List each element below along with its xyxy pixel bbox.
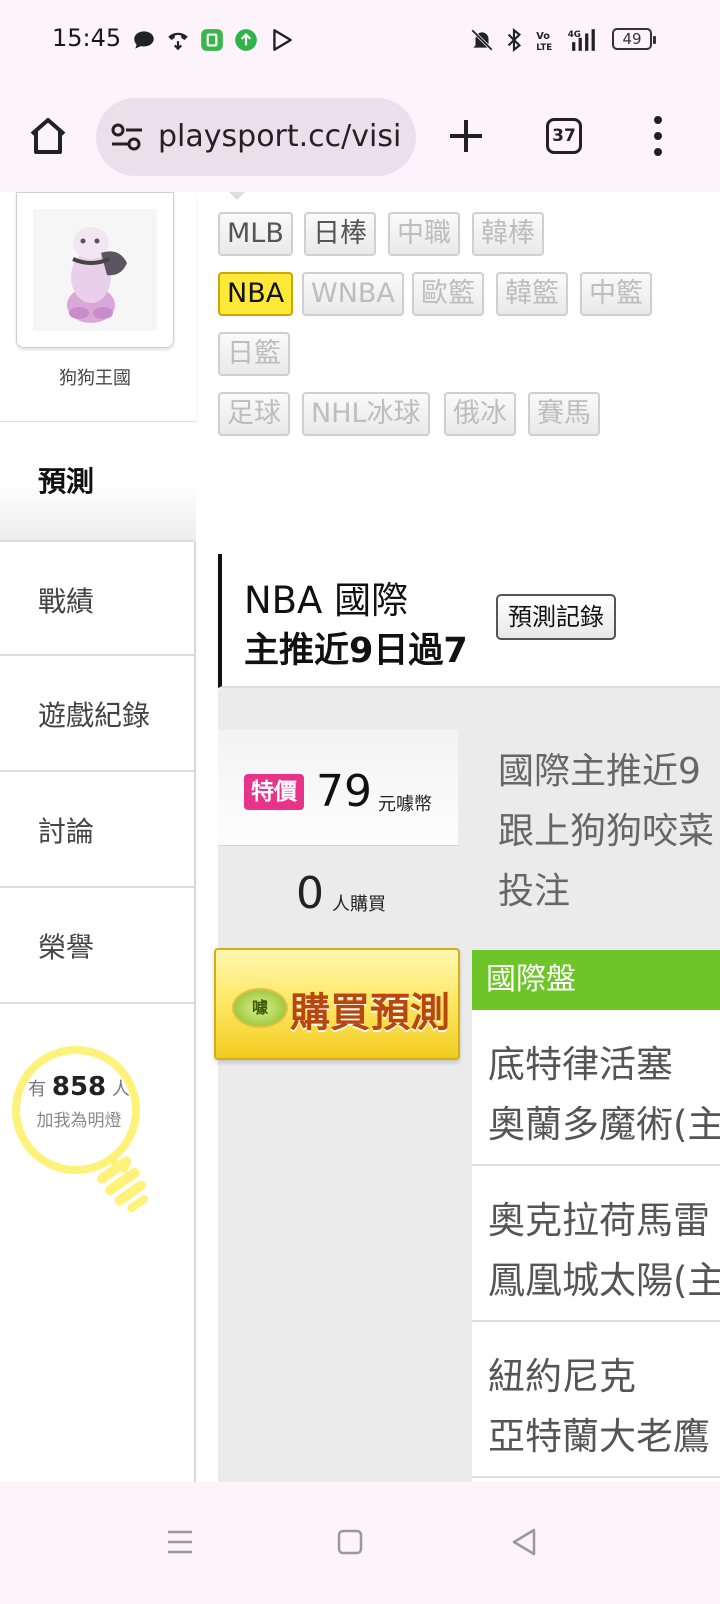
tab-switcher-button[interactable]: 37 [546, 118, 582, 154]
description-line: 投注 [498, 871, 571, 912]
system-nav-bar [0, 1482, 720, 1604]
prediction-card: 特價 79 元噱幣 0 人購買 國際主推近9 跟上狗狗咬菜 投注 噱 購買預測 … [214, 690, 720, 1482]
tag-japan-basketball[interactable]: 日籃 [218, 332, 290, 376]
table-row[interactable]: 紐約尼克 亞特蘭大老鷹 [472, 1322, 720, 1478]
tag-china-basketball[interactable]: 中籃 [580, 272, 652, 316]
buyers-unit: 人購買 [332, 894, 386, 915]
svg-text:LTE: LTE [536, 43, 552, 53]
description-line: 國際主推近9 [498, 751, 701, 792]
svg-text:Vo: Vo [536, 31, 550, 42]
battery-indicator: 49 [612, 28, 656, 50]
buy-prediction-button[interactable]: 噱 購買預測 [214, 948, 460, 1060]
sidebar-item-honor[interactable]: 榮譽 [0, 888, 194, 1004]
tag-horse-racing[interactable]: 賽馬 [528, 392, 600, 436]
away-team: 奧克拉荷馬雷 [488, 1199, 710, 1242]
description-line: 跟上狗狗咬菜 [498, 811, 715, 852]
prediction-header: NBA 國際 主推近9日過7 預測記錄 [218, 554, 720, 688]
away-team: 紐約尼克 [488, 1355, 636, 1398]
sidebar-item-label: 戰績 [38, 585, 95, 618]
tag-npb[interactable]: 日棒 [304, 212, 376, 256]
buy-prediction-label: 購買預測 [290, 990, 450, 1036]
sidebar: 狗狗王國 預測 戰績 遊戲紀錄 討論 榮譽 有 858 人 加我為明燈 [0, 192, 196, 1482]
buyers-box: 0 人購買 [218, 846, 458, 938]
bluetooth-icon [500, 26, 528, 54]
upload-icon [232, 26, 260, 54]
away-team: 底特律活塞 [488, 1043, 673, 1086]
tag-korea-basketball[interactable]: 韓籃 [496, 272, 568, 316]
home-nav-icon[interactable] [330, 1522, 370, 1562]
buyers-count: 0 [296, 868, 324, 919]
status-time: 15:45 [52, 24, 122, 52]
sidebar-item-record[interactable]: 戰績 [0, 540, 194, 656]
chat-icon [130, 26, 158, 54]
special-price-badge: 特價 [244, 774, 304, 810]
volte-icon: Vo LTE [532, 26, 560, 54]
tag-nba[interactable]: NBA [218, 272, 294, 316]
price-box: 特價 79 元噱幣 [218, 730, 458, 846]
back-icon[interactable] [504, 1522, 544, 1562]
price-unit: 元噱幣 [378, 794, 432, 815]
tag-cpbl[interactable]: 中職 [388, 212, 460, 256]
sidebar-item-label: 預測 [38, 465, 95, 498]
price-value: 79 [316, 766, 372, 817]
new-tab-icon[interactable] [446, 116, 486, 156]
coin-icon: 噱 [232, 988, 288, 1028]
page-content: 狗狗王國 預測 戰績 遊戲紀錄 討論 榮譽 有 858 人 加我為明燈 MLB … [0, 192, 720, 1482]
tag-kbo[interactable]: 韓棒 [472, 212, 544, 256]
fans-suffix: 人 [111, 1079, 130, 1100]
tag-khl[interactable]: 俄冰 [444, 392, 516, 436]
tag-mlb[interactable]: MLB [218, 212, 293, 256]
tag-nhl[interactable]: NHL冰球 [302, 392, 430, 436]
app-badge-icon [198, 26, 226, 54]
signal-icon: 4G [566, 26, 602, 54]
sidebar-item-label: 討論 [38, 815, 95, 848]
profile-name[interactable]: 狗狗王國 [0, 364, 190, 390]
call-icon [164, 26, 192, 54]
prediction-streak: 主推近9日過7 [244, 631, 468, 671]
prediction-record-button[interactable]: 預測記錄 [496, 594, 616, 640]
tag-wnba[interactable]: WNBA [302, 272, 404, 316]
pointer-arrow [228, 192, 246, 200]
fans-caption: 加我為明燈 [36, 1111, 122, 1131]
avatar[interactable] [16, 192, 174, 348]
home-team: 奧蘭多魔術(主 [488, 1103, 720, 1146]
sidebar-item-game-log[interactable]: 遊戲紀錄 [0, 656, 194, 772]
table-header: 國際盤 [472, 950, 720, 1010]
mute-icon [468, 26, 496, 54]
fans-prefix: 有 [28, 1079, 47, 1100]
sidebar-item-label: 榮譽 [38, 931, 95, 964]
more-menu-icon[interactable] [650, 114, 666, 158]
prediction-description: 國際主推近9 跟上狗狗咬菜 投注 [498, 742, 720, 922]
home-team: 亞特蘭大老鷹 [488, 1415, 710, 1458]
url-text[interactable]: playsport.cc/visit [158, 118, 402, 156]
prediction-league: NBA 國際 [244, 579, 409, 622]
fans-number: 858 [51, 1072, 107, 1102]
sidebar-item-label: 遊戲紀錄 [38, 699, 151, 732]
status-bar: 15:45 Vo LTE 4G 49 [0, 0, 720, 84]
sidebar-item-prediction[interactable]: 預測 [0, 422, 196, 542]
sidebar-item-discussion[interactable]: 討論 [0, 772, 194, 888]
games-table: 國際盤 底特律活塞 奧蘭多魔術(主 奧克拉荷馬雷 鳳凰城太陽(主 紐約尼克 亞特… [472, 950, 720, 1482]
play-icon [268, 26, 296, 54]
tag-soccer[interactable]: 足球 [218, 392, 290, 436]
table-row[interactable]: 奧克拉荷馬雷 鳳凰城太陽(主 [472, 1166, 720, 1322]
home-team: 鳳凰城太陽(主 [488, 1259, 720, 1302]
fans-count: 有 858 人 [0, 1072, 158, 1102]
main-panel: MLB 日棒 中職 韓棒 NBA WNBA 歐籃 韓籃 中籃 日籃 足球 NHL… [196, 192, 720, 1482]
address-bar[interactable]: playsport.cc/visit [96, 98, 416, 176]
site-settings-icon[interactable] [110, 122, 144, 152]
recent-apps-icon[interactable] [160, 1522, 200, 1562]
tag-euro-basketball[interactable]: 歐籃 [412, 272, 484, 316]
dog-figurine-avatar-image [67, 227, 127, 323]
profile-card: 狗狗王國 [0, 192, 196, 422]
home-icon[interactable] [26, 114, 70, 158]
browser-toolbar: playsport.cc/visit 37 [0, 84, 720, 192]
table-row[interactable]: 底特律活塞 奧蘭多魔術(主 [472, 1010, 720, 1166]
